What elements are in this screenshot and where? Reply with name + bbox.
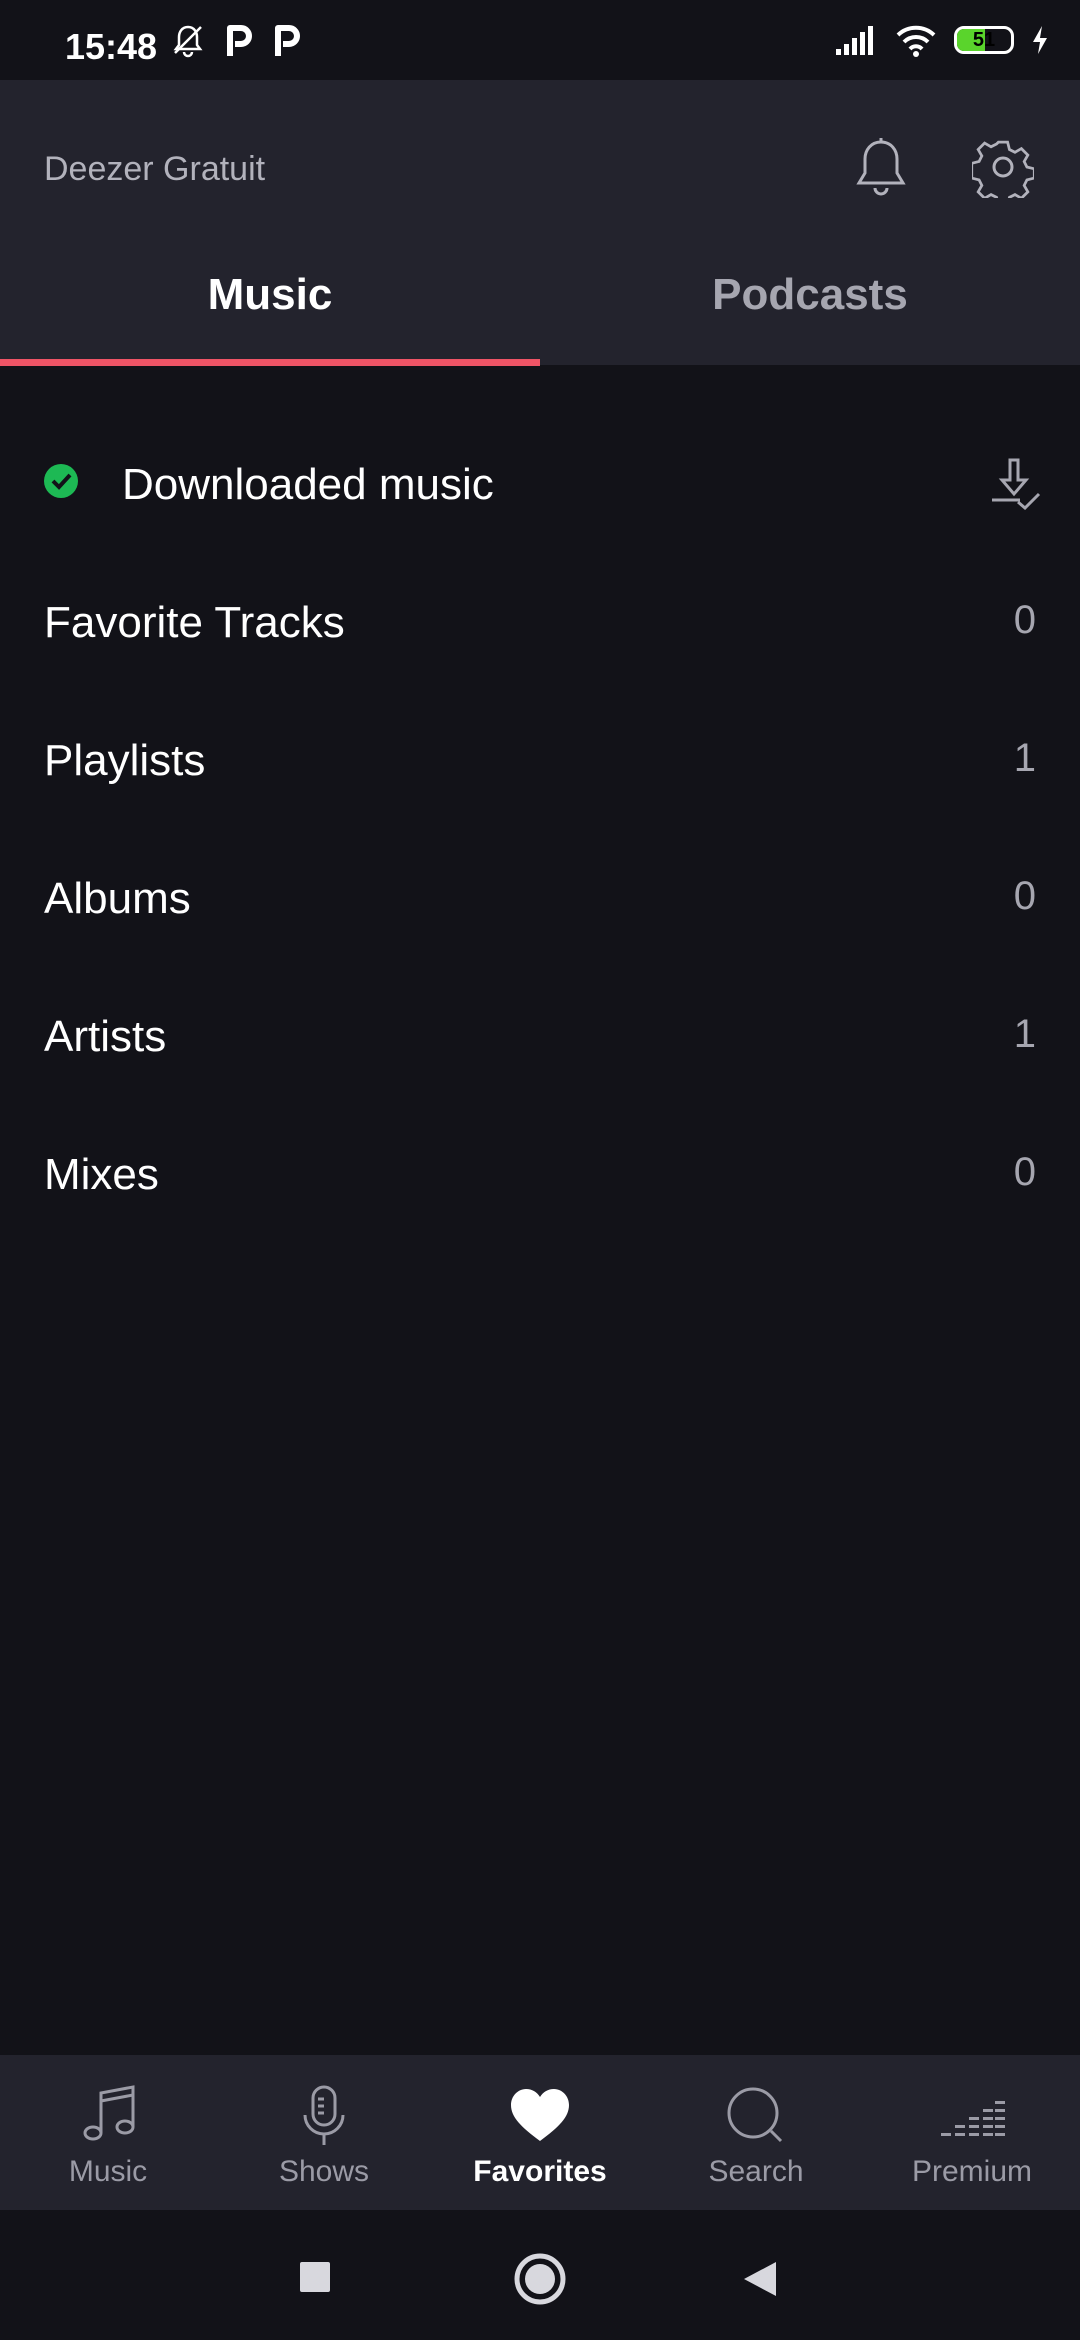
recents-button[interactable] bbox=[298, 2260, 332, 2294]
status-left-icons bbox=[170, 22, 302, 58]
equalizer-icon bbox=[941, 2101, 1005, 2136]
favorites-list: Downloaded music Favorite Tracks 0 Playl… bbox=[0, 420, 1080, 1248]
list-item-count: 0 bbox=[1013, 598, 1036, 642]
status-bar: 15:48 51 bbox=[0, 0, 1080, 80]
nav-label: Music bbox=[68, 2155, 148, 2188]
list-item-label: Mixes bbox=[44, 1150, 159, 1199]
list-item-playlists[interactable]: Playlists 1 bbox=[0, 696, 1080, 834]
nav-search[interactable]: Search bbox=[648, 2055, 864, 2210]
header: Deezer Gratuit Music Podcasts bbox=[0, 80, 1080, 366]
list-item-label: Downloaded music bbox=[122, 460, 494, 509]
search-icon bbox=[727, 2087, 783, 2143]
download-icon[interactable] bbox=[990, 456, 1042, 510]
nav-label: Favorites bbox=[473, 2155, 607, 2188]
p-app-icon bbox=[275, 25, 300, 56]
microphone-icon bbox=[303, 2085, 345, 2145]
nav-label: Shows bbox=[278, 2155, 370, 2188]
heart-icon bbox=[511, 2089, 569, 2141]
list-item-label: Favorite Tracks bbox=[44, 598, 345, 647]
status-right-icons: 51 bbox=[834, 22, 1050, 58]
battery-icon: 51 bbox=[954, 26, 1014, 54]
list-item-label: Artists bbox=[44, 1012, 167, 1061]
list-item-favorite-tracks[interactable]: Favorite Tracks 0 bbox=[0, 558, 1080, 696]
tab-indicator bbox=[0, 359, 540, 366]
p-app-icon bbox=[227, 25, 252, 56]
list-item-downloaded-music[interactable]: Downloaded music bbox=[0, 420, 1080, 558]
battery-level: 51 bbox=[972, 29, 996, 51]
check-circle-icon bbox=[44, 464, 78, 498]
gear-icon[interactable] bbox=[972, 136, 1034, 198]
list-item-mixes[interactable]: Mixes 0 bbox=[0, 1110, 1080, 1248]
signal-icon bbox=[836, 26, 873, 55]
bell-icon[interactable] bbox=[852, 136, 910, 200]
system-nav-bar bbox=[0, 2210, 1080, 2340]
list-item-count: 0 bbox=[1013, 1150, 1036, 1194]
nav-favorites[interactable]: Favorites bbox=[432, 2055, 648, 2210]
brand-label: Deezer Gratuit bbox=[44, 150, 266, 188]
list-item-count: 1 bbox=[1013, 1012, 1036, 1056]
nav-label: Premium bbox=[911, 2155, 1032, 2188]
nav-label: Search bbox=[708, 2155, 804, 2188]
list-item-label: Playlists bbox=[44, 736, 206, 785]
wifi-icon bbox=[896, 25, 936, 57]
bell-muted-icon bbox=[173, 25, 203, 58]
music-note-icon bbox=[83, 2085, 135, 2141]
back-button[interactable] bbox=[742, 2260, 778, 2298]
charging-icon bbox=[1033, 26, 1047, 54]
list-item-count: 1 bbox=[1013, 736, 1036, 780]
list-item-count: 0 bbox=[1013, 874, 1036, 918]
list-item-albums[interactable]: Albums 0 bbox=[0, 834, 1080, 972]
bottom-nav: Music Shows Favorites Search Premium bbox=[0, 2055, 1080, 2210]
status-time: 15:48 bbox=[65, 26, 158, 67]
home-button[interactable] bbox=[513, 2252, 567, 2306]
nav-music[interactable]: Music bbox=[0, 2055, 216, 2210]
list-item-artists[interactable]: Artists 1 bbox=[0, 972, 1080, 1110]
tab-podcasts[interactable]: Podcasts bbox=[540, 270, 1080, 320]
tab-music[interactable]: Music bbox=[0, 270, 540, 320]
nav-premium[interactable]: Premium bbox=[864, 2055, 1080, 2210]
nav-shows[interactable]: Shows bbox=[216, 2055, 432, 2210]
list-item-label: Albums bbox=[44, 874, 191, 923]
